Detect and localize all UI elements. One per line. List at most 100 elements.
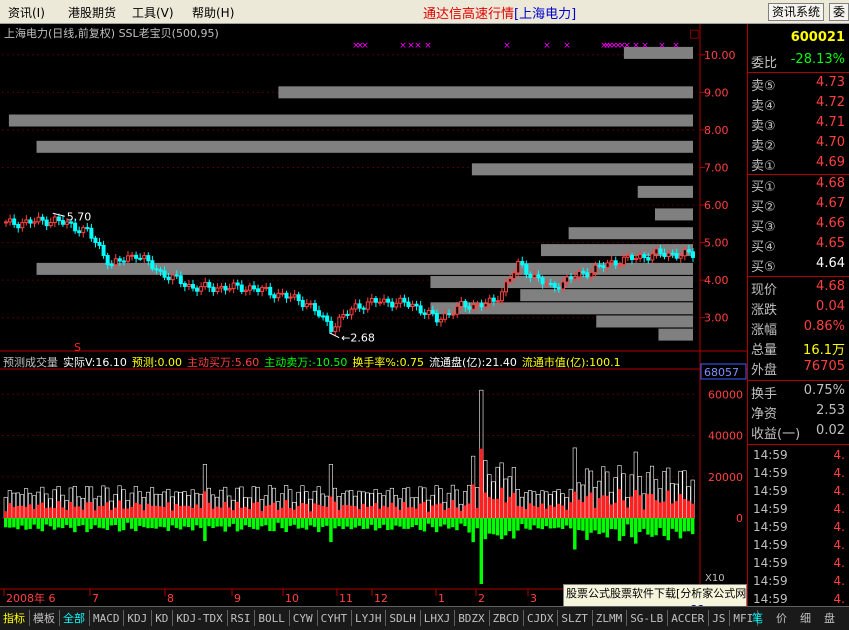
sell-volume-bar <box>325 518 329 526</box>
sell-volume-bar <box>142 518 146 528</box>
info-system-button[interactable]: 资讯系统 <box>768 3 825 21</box>
order-ratio: 委比 -28.13% <box>748 52 849 72</box>
candle-body <box>678 255 683 259</box>
buy-volume-bar <box>646 493 650 518</box>
buy-volume-bar <box>345 505 349 518</box>
tab-slzt[interactable]: SLZT <box>561 610 588 628</box>
menu-tools[interactable]: 工具(V) <box>132 4 174 21</box>
candle-body <box>369 297 374 303</box>
tab-cjdx[interactable]: CJDX <box>527 610 554 628</box>
candle-body <box>686 249 691 253</box>
sell-volume-bar <box>300 518 305 528</box>
candle-body <box>573 276 578 280</box>
sell-volume-bar <box>28 518 32 529</box>
quote-tab-3[interactable]: 盘 <box>824 610 835 628</box>
bid-row: 买⑤ 4.64 <box>748 256 849 276</box>
buy-volume-bar <box>589 492 593 518</box>
buy-volume-bar <box>532 505 536 518</box>
quote-tab-1[interactable]: 价 <box>776 610 787 628</box>
bid-row-value: 4.64 <box>816 256 845 271</box>
chart-canvas[interactable]: 上海电力(日线,前复权) SSL老宝贝(500,95) □ 10.00 9.00 8.0… <box>0 24 747 606</box>
ask-row-value: 4.70 <box>816 135 845 150</box>
tab-lyjh[interactable]: LYJH <box>355 610 382 628</box>
bid-row-label: 买① <box>751 180 776 195</box>
volume-profile-bar <box>654 208 693 221</box>
tick-price: 4. <box>833 538 845 552</box>
buy-volume-bar <box>32 509 36 518</box>
sell-volume-bar <box>337 518 341 527</box>
entrust-button[interactable]: 委 <box>829 3 849 21</box>
tab-separator <box>729 610 731 626</box>
tab-zlmm[interactable]: ZLMM <box>596 610 623 628</box>
candle-body <box>166 276 171 281</box>
sell-volume-bar <box>178 518 183 530</box>
sell-volume-bar <box>231 518 236 524</box>
stat2-row-value: 0.02 <box>816 423 845 438</box>
sell-volume-bar <box>666 518 671 541</box>
candle-body <box>443 313 448 320</box>
buy-volume-bar <box>540 503 545 518</box>
tab-zbcd[interactable]: ZBCD <box>493 610 520 628</box>
tick-row: 14:59 4. <box>748 484 849 502</box>
stat2-row-label: 换手 <box>751 387 778 402</box>
tab-cyht[interactable]: CYHT <box>321 610 348 628</box>
menu-hk-futures[interactable]: 港股期货 <box>68 4 116 21</box>
menu-info[interactable]: 资讯(I) <box>8 4 45 21</box>
tab-mfi[interactable]: MFI <box>733 610 753 628</box>
buy-volume-bar <box>235 501 240 518</box>
candle-body <box>373 297 378 303</box>
sell-volume-bar <box>101 518 106 529</box>
quote-tab-2[interactable]: 细 <box>800 610 811 628</box>
candle-body <box>300 299 305 308</box>
candle-body <box>227 288 232 291</box>
tab-kdj-tdx[interactable]: KDJ-TDX <box>176 610 222 628</box>
tab-指标[interactable]: 指标 <box>3 610 25 628</box>
tab-rsi[interactable]: RSI <box>231 610 251 628</box>
quote-tab-0[interactable]: 笔 <box>752 610 763 628</box>
stat-row-value: 0.04 <box>816 299 845 314</box>
tab-sdlh[interactable]: SDLH <box>389 610 416 628</box>
sell-volume-bar <box>581 518 585 531</box>
bid-row-value: 4.65 <box>816 236 845 251</box>
tab-kdj[interactable]: KDJ <box>127 610 147 628</box>
sell-volume-bar <box>463 518 467 527</box>
buy-volume-bar <box>89 502 93 518</box>
tab-accer[interactable]: ACCER <box>671 610 704 628</box>
candle-body <box>191 284 196 289</box>
buy-volume-bar <box>288 507 292 518</box>
sell-volume-bar <box>247 518 252 528</box>
tab-boll[interactable]: BOLL <box>258 610 285 628</box>
candle-body <box>447 313 452 316</box>
candle-body <box>406 301 411 308</box>
tab-bdzx[interactable]: BDZX <box>458 610 485 628</box>
tab-模板[interactable]: 模板 <box>33 610 55 628</box>
menu-help[interactable]: 帮助(H) <box>192 4 234 21</box>
ask-row-label: 卖③ <box>751 119 776 134</box>
candle-body <box>207 281 212 288</box>
sell-volume-bar <box>117 518 122 532</box>
tab-全部[interactable]: 全部 <box>63 610 85 628</box>
tab-lhxj[interactable]: LHXJ <box>424 610 451 628</box>
tab-macd[interactable]: MACD <box>93 610 120 628</box>
candle-body <box>113 258 118 266</box>
volume-profile-bar <box>596 315 693 328</box>
candle-body <box>512 272 517 280</box>
tab-js[interactable]: JS <box>712 610 725 628</box>
bid-row-value: 4.67 <box>816 196 845 211</box>
sell-volume-bar <box>512 518 516 539</box>
ask-row-value: 4.72 <box>816 95 845 110</box>
sell-volume-bar <box>690 518 695 535</box>
tab-kd[interactable]: KD <box>155 610 168 628</box>
tab-cyw[interactable]: CYW <box>293 610 313 628</box>
buy-volume-bar <box>361 503 366 518</box>
buy-volume-bar <box>471 484 475 518</box>
candle-body <box>101 244 106 256</box>
signal-marker: × <box>641 41 649 51</box>
indicator-item: 换手率%:0.75 <box>352 356 425 369</box>
candle-body <box>280 292 285 295</box>
buy-volume-bar <box>467 503 471 518</box>
buy-volume-bar <box>292 509 297 518</box>
buy-volume-bar <box>642 509 646 518</box>
sell-volume-bar <box>73 518 77 533</box>
tab-sg-lb[interactable]: SG-LB <box>630 610 663 628</box>
